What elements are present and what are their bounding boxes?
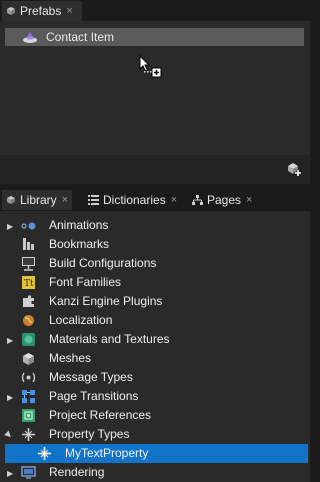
library-item-label: Localization xyxy=(49,313,113,327)
tab-library[interactable]: Library × xyxy=(2,190,73,210)
close-icon[interactable]: × xyxy=(246,194,252,206)
expand-arrow-icon[interactable]: ▶ xyxy=(7,393,15,402)
library-item-meshes[interactable]: Meshes xyxy=(0,349,310,368)
library-item-label: MyTextProperty xyxy=(65,446,149,460)
tab-dictionaries[interactable]: Dictionaries × xyxy=(84,190,181,210)
prefabs-tab-label: Prefabs xyxy=(20,4,62,18)
library-item-bookmarks[interactable]: Bookmarks xyxy=(0,235,310,254)
bookmarks-icon xyxy=(23,238,34,250)
expand-arrow-icon[interactable]: ▶ xyxy=(7,336,15,345)
tab-pages[interactable]: Pages × xyxy=(188,190,256,210)
meshes-icon xyxy=(23,353,34,365)
library-item-page-transitions[interactable]: ▶ Page Transitions xyxy=(0,387,310,406)
localization-icon xyxy=(23,315,34,326)
prefabs-tab-icon xyxy=(7,7,15,15)
tab-dictionaries-label: Dictionaries xyxy=(103,193,166,207)
build-configurations-icon xyxy=(22,257,35,271)
expand-arrow-icon[interactable]: ▶ xyxy=(7,222,15,231)
collapse-arrow-icon[interactable]: ▶ xyxy=(4,429,15,440)
library-item-label: Page Transitions xyxy=(49,389,139,403)
close-icon[interactable]: × xyxy=(171,194,177,206)
page-transitions-icon xyxy=(22,390,35,403)
library-item-label: Font Families xyxy=(49,275,122,289)
library-item-project-references[interactable]: Project References xyxy=(0,406,310,425)
add-prefab-button[interactable] xyxy=(286,161,302,180)
library-item-label: Project References xyxy=(49,408,152,422)
message-types-icon xyxy=(21,372,36,383)
library-item-label: Message Types xyxy=(49,370,133,384)
prefab-item-label: Contact Item xyxy=(46,30,115,44)
kanzi-engine-plugins-icon xyxy=(23,295,34,307)
library-item-label: Materials and Textures xyxy=(49,332,170,346)
library-item-label: Property Types xyxy=(49,427,130,441)
animations-icon xyxy=(21,222,36,230)
library-item-property-types[interactable]: ▶ Property Types xyxy=(0,425,310,444)
library-tree: ▶ Animations Bookmarks Build Configurati… xyxy=(0,211,310,482)
library-item-label: Animations xyxy=(49,218,109,232)
prefab-icon xyxy=(23,32,37,43)
library-icon xyxy=(7,196,15,204)
add-prefab-icon xyxy=(288,163,301,176)
dictionaries-icon xyxy=(88,194,99,205)
project-references-icon xyxy=(22,409,35,422)
library-item-label: Build Configurations xyxy=(49,256,157,270)
prefab-item-contact-item[interactable]: Contact Item xyxy=(5,28,304,46)
library-item-localization[interactable]: Localization xyxy=(0,311,310,330)
prefabs-panel: Contact Item xyxy=(0,21,310,184)
close-icon[interactable]: × xyxy=(66,5,72,17)
library-item-rendering[interactable]: ▶ Rendering xyxy=(0,463,310,482)
rendering-icon xyxy=(21,466,36,479)
close-icon[interactable]: × xyxy=(62,194,68,206)
library-item-label: Kanzi Engine Plugins xyxy=(49,294,163,308)
library-item-message-types[interactable]: Message Types xyxy=(0,368,310,387)
expand-arrow-icon[interactable]: ▶ xyxy=(7,469,15,478)
library-item-materials-and-textures[interactable]: ▶ Materials and Textures xyxy=(0,330,310,349)
svg-text:Tt: Tt xyxy=(24,279,34,289)
library-item-label: Bookmarks xyxy=(49,237,110,251)
prefabs-footer-toolbar xyxy=(0,155,310,184)
library-item-animations[interactable]: ▶ Animations xyxy=(0,216,310,235)
library-item-font-families[interactable]: Tt Font Families xyxy=(0,273,310,292)
tab-library-label: Library xyxy=(20,193,57,207)
library-item-mytextproperty[interactable]: MyTextProperty xyxy=(5,444,308,463)
library-item-build-configurations[interactable]: Build Configurations xyxy=(0,254,310,273)
property-types-icon xyxy=(22,428,35,441)
library-tab-strip: Library × Dictionaries × Pages × xyxy=(0,190,310,210)
font-families-icon: Tt xyxy=(22,276,35,289)
pages-icon xyxy=(192,194,203,205)
tab-prefabs[interactable]: Prefabs × xyxy=(2,1,82,21)
library-item-kanzi-engine-plugins[interactable]: Kanzi Engine Plugins xyxy=(0,292,310,311)
materials-icon xyxy=(22,333,35,346)
tab-pages-label: Pages xyxy=(207,193,242,207)
library-item-label: Rendering xyxy=(49,465,105,479)
library-item-label: Meshes xyxy=(49,351,92,365)
drag-copy-cursor-icon xyxy=(138,54,162,82)
property-type-icon xyxy=(38,447,51,460)
